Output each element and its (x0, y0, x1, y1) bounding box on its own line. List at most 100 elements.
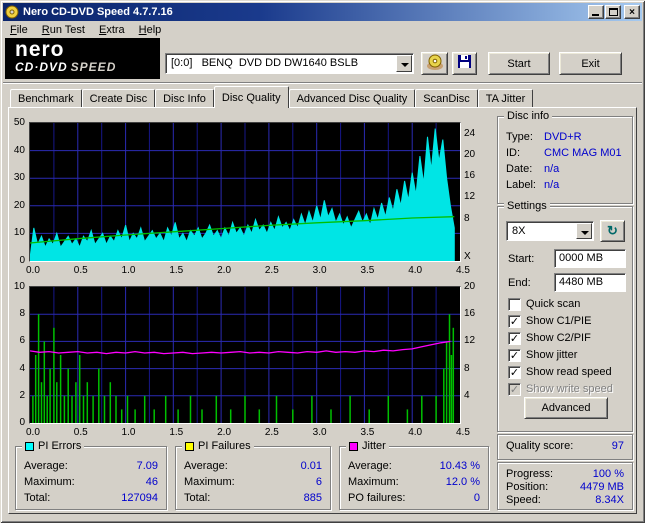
arrow-down-glyph (401, 63, 409, 67)
checkbox-box-icon[interactable]: ✓ (508, 365, 521, 379)
progress-row: Speed: 8.34X (498, 493, 632, 506)
disc-info-rows: Type: DVD+R ID: CMC MAG M01 Date: n/a Label: n/… (498, 129, 632, 193)
speed-selector[interactable]: 8X (506, 221, 594, 241)
window-title: Nero CD-DVD Speed 4.7.7.16 (23, 6, 173, 18)
x-axis-tick: 0.0 (26, 265, 40, 276)
x-axis-tick: 2.0 (217, 427, 232, 438)
y-axis-tick-left: 2 (19, 389, 25, 401)
pi-errors-label: Average: (24, 460, 68, 472)
y-axis-tick-left: 4 (19, 362, 25, 374)
dropdown-arrow-icon[interactable] (396, 55, 412, 72)
drive-selector[interactable]: [0:0] BENQ DVD DD DW1640 BSLB (165, 53, 414, 74)
settings-group: Settings 8X ↻ Start: 0000 MB End: 4480 M… (497, 200, 633, 432)
jitter-row: Maximum: 12.0 % (340, 474, 488, 490)
jitter-label: Average: (348, 460, 392, 472)
checkbox-box-icon[interactable] (508, 297, 521, 311)
tab-disc-info[interactable]: Disc Info (155, 89, 214, 107)
pi-errors-color-swatch-icon (25, 442, 34, 451)
checkbox-box-icon[interactable]: ✓ (508, 314, 521, 328)
y-axis-tick-left: 40 (13, 144, 25, 156)
x-axis-tick: 3.0 (312, 427, 327, 438)
jitter-row: Average: 10.43 % (340, 458, 488, 474)
side-panel: Disc info Type: DVD+R ID: CMC MAG M01 Date: n… (495, 108, 635, 515)
disc-operations-button[interactable] (421, 52, 448, 75)
tab-disc-quality[interactable]: Disc Quality (213, 86, 289, 108)
progress-rows: Progress: 100 % Position: 4479 MB Speed: 8.34… (498, 467, 632, 506)
speed-selector-value: 8X (512, 225, 526, 237)
menu-file[interactable]: File (3, 22, 35, 38)
checkbox-label: Show C2/PIF (526, 332, 591, 344)
tab-ta-jitter[interactable]: TA Jitter (477, 89, 534, 107)
disc-info-row: Type: DVD+R (498, 129, 632, 145)
tab-create-disc[interactable]: Create Disc (81, 89, 156, 107)
pi-failures-color-swatch-icon (185, 442, 194, 451)
stats-pi-failures-group: PI Failures Average: 0.01 Maximum: 6 Total: 88… (175, 440, 331, 510)
checkbox-show-jitter[interactable]: ✓ Show jitter (508, 348, 577, 362)
checkbox-quick-scan[interactable]: Quick scan (508, 297, 580, 311)
x-axis-tick: 4.0 (408, 265, 423, 276)
dropdown-arrow-icon[interactable] (576, 223, 592, 239)
jitter-color-swatch-icon (349, 442, 358, 451)
tab-strip: Benchmark Create Disc Disc Info Disc Qualit… (8, 85, 637, 108)
titlebar: Nero CD-DVD Speed 4.7.7.16 × (3, 3, 642, 21)
progress-row: Position: 4479 MB (498, 480, 632, 493)
pi-failures-label: Total: (184, 492, 211, 504)
stats-rows: Average: 0.01 Maximum: 6 Total: 885 (176, 458, 330, 506)
start-button[interactable]: Start (488, 52, 550, 75)
disc-info-value: n/a (544, 163, 560, 175)
pi-failures-row: Maximum: 6 (176, 474, 330, 490)
x-axis-tick: 2.0 (217, 265, 232, 276)
y-axis-tick-left: 0 (19, 255, 25, 266)
pi-failures-value: 6 (315, 476, 322, 488)
quality-score-value: 97 (611, 439, 624, 452)
menu-help[interactable]: Help (132, 22, 169, 38)
checkbox-label: Quick scan (526, 298, 581, 310)
checkbox-box-icon[interactable]: ✓ (508, 331, 521, 345)
progress-label: Position: (506, 480, 549, 493)
pi-failures-label: Maximum: (184, 476, 235, 488)
x-axis-tick: 2.5 (264, 265, 279, 276)
tab-advanced-disc-quality[interactable]: Advanced Disc Quality (288, 89, 416, 107)
nero-logo-text: nero (15, 38, 65, 61)
jitter-value: 12.0 % (445, 476, 480, 488)
y-axis-tick-right: 12 (464, 191, 476, 203)
checkbox-box-icon[interactable]: ✓ (508, 348, 521, 362)
y-axis-tick-right: 16 (464, 170, 476, 182)
x-axis-tick: 1.5 (169, 427, 184, 438)
progress-value: 100 % (592, 467, 624, 480)
y-axis-tick-left: 8 (19, 308, 25, 320)
progress-value: 8.34X (595, 493, 624, 506)
y-axis-tick-left: 10 (13, 281, 25, 292)
end-position-field[interactable]: 4480 MB (554, 273, 626, 292)
y-axis-tick-right: 12 (464, 335, 476, 347)
jitter-label: PO failures: (348, 492, 406, 504)
checkbox-show-read-speed[interactable]: ✓ Show read speed (508, 365, 612, 379)
tab-benchmark[interactable]: Benchmark (10, 89, 82, 107)
menu-run-test[interactable]: Run Test (35, 22, 92, 38)
pi-errors-value: 46 (145, 476, 158, 488)
end-position-label: End: (508, 277, 531, 289)
save-results-button[interactable] (452, 52, 477, 75)
close-button[interactable]: × (624, 5, 640, 19)
advanced-button[interactable]: Advanced (524, 397, 608, 419)
jitter-value: 0 (473, 492, 480, 504)
menu-extra[interactable]: Extra (92, 22, 132, 38)
x-axis-tick: 0.5 (73, 427, 88, 438)
disc-info-group: Disc info Type: DVD+R ID: CMC MAG M01 Date: n… (497, 110, 633, 204)
disc-hand-icon (426, 54, 443, 70)
pi-errors-value: 7.09 (136, 460, 158, 472)
exit-button[interactable]: Exit (559, 52, 622, 75)
tab-scandisc[interactable]: ScanDisc (415, 89, 478, 107)
pi-errors-value: 127094 (121, 492, 158, 504)
refresh-speeds-button[interactable]: ↻ (600, 220, 625, 242)
x-axis-tick: 4.5 (456, 265, 470, 276)
pi-failures-label: Average: (184, 460, 228, 472)
application-window: Nero CD-DVD Speed 4.7.7.16 × File Run Tes… (0, 0, 645, 523)
minimize-button[interactable] (588, 5, 604, 19)
stats-group-title: Jitter (346, 440, 389, 453)
start-position-field[interactable]: 0000 MB (554, 249, 626, 268)
checkbox-show-c1-pie[interactable]: ✓ Show C1/PIE (508, 314, 591, 328)
checkbox-show-c2-pif[interactable]: ✓ Show C2/PIF (508, 331, 591, 345)
checkbox-box-icon: ✓ (508, 382, 521, 396)
maximize-button[interactable] (605, 5, 621, 19)
